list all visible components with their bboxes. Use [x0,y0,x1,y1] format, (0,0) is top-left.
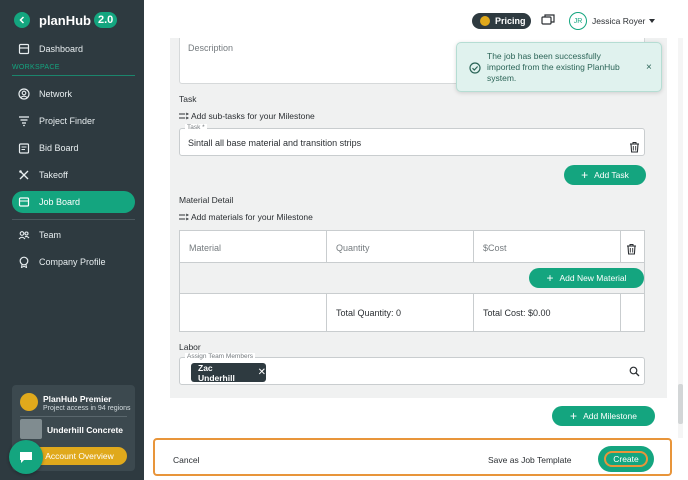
column-divider [473,293,474,331]
add-milestone-label: Add Milestone [583,411,637,421]
clipboard-icon [18,142,30,154]
row-divider [180,293,644,294]
workspace-label: WORKSPACE [12,64,60,71]
task-value[interactable]: Sintall all base material and transition… [188,138,361,148]
check-circle-icon [469,61,481,74]
sidebar-item-team[interactable]: Team [12,224,135,246]
task-section-title: Task [179,94,197,104]
column-divider [473,231,474,263]
sidebar-item-label: Bid Board [39,143,79,153]
add-materials-label: Add materials for your Milestone [191,212,313,222]
add-materials-link[interactable]: Add materials for your Milestone [179,212,313,222]
premier-badge-icon [20,393,38,411]
add-task-label: Add Task [594,170,629,180]
trash-icon[interactable] [629,140,640,153]
cost-input[interactable]: $Cost [483,243,507,253]
sidebar-item-project-finder[interactable]: Project Finder [12,110,135,132]
scrollbar-thumb[interactable] [678,384,683,424]
quantity-input[interactable]: Quantity [336,243,370,253]
board-icon [18,196,30,208]
user-name[interactable]: Jessica Royer [592,16,645,26]
company-logo [20,419,42,439]
sidebar-item-label: Project Finder [39,116,96,126]
funnel-icon [18,115,30,127]
coin-icon [480,16,490,26]
sidebar-item-label: Dashboard [39,44,84,54]
sidebar-item-dashboard[interactable]: Dashboard [12,38,135,60]
plus-icon: + [581,168,589,182]
account-overview-button[interactable]: Account Overview [32,447,127,465]
app-name: planHub [39,12,91,28]
app-version-badge: 2.0 [94,12,118,28]
material-input[interactable]: Material [189,243,221,253]
toast-message: The job has been successfully imported f… [487,51,620,83]
assign-members-label: Assign Team Members [185,353,255,360]
member-chip: Zac Underhill ✕ [191,362,266,383]
team-icon [18,229,30,241]
divider [20,416,127,417]
material-section-title: Material Detail [179,195,234,205]
add-material-label: Add New Material [559,273,627,283]
sidebar-item-label: Job Board [39,197,81,207]
pricing-button[interactable]: Pricing [472,13,531,29]
sidebar-item-label: Team [39,230,62,240]
premier-subtitle: Project access in 94 regions [43,405,131,412]
plus-icon: + [546,271,554,285]
column-divider [326,293,327,331]
user-circle-icon [18,88,30,100]
messages-icon[interactable] [541,14,555,28]
divider [12,219,135,220]
column-divider [326,231,327,263]
search-icon[interactable] [629,364,640,377]
description-label: Description [188,43,234,53]
labor-section-title: Labor [179,342,201,352]
sidebar-item-bid-board[interactable]: Bid Board [12,137,135,159]
sidebar-item-takeoff[interactable]: Takeoff [12,164,135,186]
add-subtasks-label: Add sub-tasks for your Milestone [191,111,315,121]
close-icon[interactable]: ✕ [258,367,266,378]
add-subtasks-link[interactable]: Add sub-tasks for your Milestone [179,111,315,121]
sidebar-item-label: Takeoff [39,170,68,180]
badge-icon [18,256,30,268]
action-bar [153,438,672,476]
list-icon [179,112,190,120]
measure-icon [18,169,30,181]
sidebar: planHub 2.0 Dashboard WORKSPACE Network … [0,0,144,480]
cancel-button[interactable]: Cancel [173,455,199,465]
close-icon[interactable]: × [646,62,652,73]
save-template-button[interactable]: Save as Job Template [488,455,571,465]
top-bar: Pricing JR Jessica Royer [144,0,688,38]
dashboard-icon [18,43,30,55]
chat-button[interactable] [9,440,43,474]
sidebar-item-label: Company Profile [39,257,106,267]
avatar[interactable]: JR [569,12,587,30]
total-cost: Total Cost: $0.00 [483,308,551,318]
sidebar-item-job-board[interactable]: Job Board [12,191,135,213]
add-material-button[interactable]: + Add New Material [529,268,644,288]
trash-icon[interactable] [626,242,637,255]
premier-title: PlanHub Premier [43,394,112,404]
chevron-down-icon[interactable] [649,19,655,23]
sidebar-item-label: Network [39,89,73,99]
divider [12,75,135,76]
column-divider [620,231,621,263]
highlight-ring [604,451,648,467]
column-divider [620,293,621,331]
chat-icon [20,452,32,463]
back-icon[interactable] [14,12,30,28]
task-field-label: Task * [185,124,207,131]
sidebar-item-company-profile[interactable]: Company Profile [12,251,135,273]
company-name: Underhill Concrete [47,425,124,435]
plus-icon: + [570,409,578,423]
sidebar-item-network[interactable]: Network [12,83,135,105]
member-name: Zac Underhill [198,362,235,383]
add-milestone-button[interactable]: + Add Milestone [552,406,655,426]
scrollbar-track[interactable] [678,38,683,438]
brand: planHub 2.0 [14,10,118,30]
list-icon [179,213,190,221]
total-quantity: Total Quantity: 0 [336,308,402,318]
material-header-row [179,230,645,263]
pricing-label: Pricing [495,16,526,26]
add-task-button[interactable]: + Add Task [564,165,646,185]
